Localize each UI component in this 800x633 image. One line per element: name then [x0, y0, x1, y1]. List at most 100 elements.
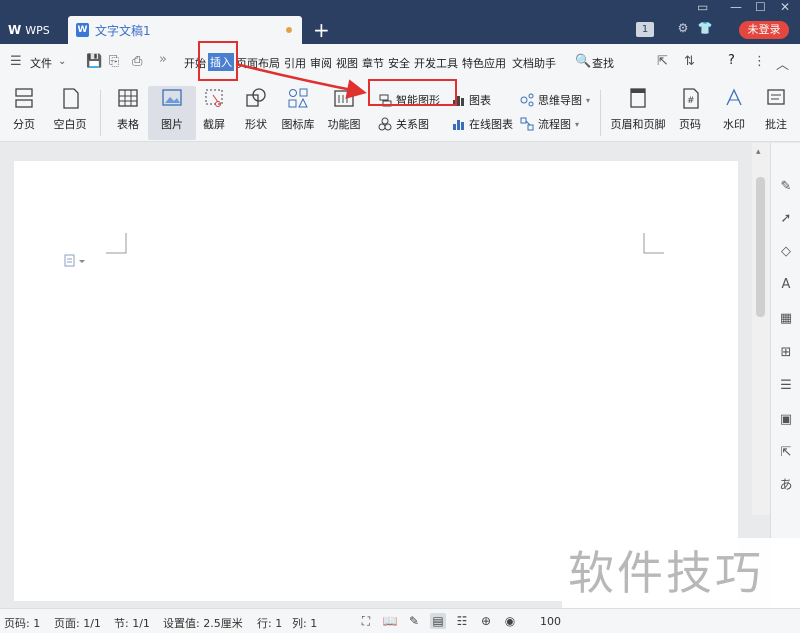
online-chart-button[interactable]: 在线图表	[451, 116, 513, 132]
shapes-icon[interactable]: ◇	[778, 244, 794, 260]
watermark-button[interactable]: 水印	[710, 86, 758, 132]
comment-button[interactable]: 批注	[756, 86, 796, 132]
mind-map-icon	[520, 93, 534, 107]
search-label[interactable]: 查找	[592, 55, 614, 71]
tab-features[interactable]: 特色应用	[462, 55, 506, 71]
flowchart-button[interactable]: 流程图 ▾	[520, 116, 579, 132]
tab-references[interactable]: 引用	[284, 55, 306, 71]
pen-icon[interactable]: ✎	[778, 179, 794, 195]
web-view-icon[interactable]: ⊕	[478, 613, 494, 629]
icon-library-icon	[286, 86, 310, 110]
blank-page-icon	[58, 86, 82, 110]
page-number-button[interactable]: # 页码	[666, 86, 714, 132]
table-icon[interactable]: ▦	[778, 311, 794, 327]
picture-button[interactable]: 图片	[148, 86, 196, 140]
minimize-icon[interactable]: —	[730, 0, 742, 14]
relation-chart-button[interactable]: 关系图	[378, 116, 429, 132]
status-section[interactable]: 节: 1/1	[114, 615, 150, 631]
save-icon[interactable]: 💾	[86, 54, 102, 69]
select-cursor-icon[interactable]: ➚	[778, 211, 794, 227]
paging-button[interactable]: 分页	[0, 86, 48, 132]
watermark-overlay: 软件技巧	[562, 538, 800, 608]
text-style-icon[interactable]: A	[778, 277, 794, 293]
print-icon[interactable]: ⎙	[132, 54, 142, 69]
function-chart-icon	[332, 86, 356, 110]
tab-review[interactable]: 审阅	[310, 55, 332, 71]
table-button[interactable]: 表格	[104, 86, 152, 132]
collapse-ribbon-icon[interactable]: ︿	[776, 54, 789, 73]
relation-icon	[378, 117, 392, 131]
more-tools-icon[interactable]: »	[159, 52, 167, 67]
document-tab[interactable]: W 文字文稿1	[68, 16, 302, 44]
document-workspace	[0, 143, 752, 601]
svg-text:#: #	[687, 96, 695, 106]
share-icon[interactable]: ⇱	[657, 54, 668, 69]
status-row[interactable]: 行: 1	[257, 615, 282, 631]
format-painter-icon[interactable]: ⎘	[109, 54, 119, 69]
online-chart-icon	[451, 117, 465, 131]
share-icon[interactable]: ⇱	[778, 445, 794, 461]
wps-home-tab[interactable]: W WPS	[0, 16, 66, 44]
more-icon[interactable]: ⋮	[753, 54, 766, 69]
wps-logo-icon: W	[8, 23, 21, 37]
read-mode-icon[interactable]: 📖	[382, 613, 398, 629]
document-page[interactable]	[14, 161, 738, 601]
function-chart-button[interactable]: 功能图	[320, 86, 368, 132]
chart-button[interactable]: 图表	[451, 92, 491, 108]
shape-button[interactable]: 形状	[232, 86, 280, 132]
search-icon[interactable]: 🔍	[575, 54, 591, 69]
scissors-icon	[202, 86, 226, 110]
eye-protection-icon[interactable]: ◉	[502, 613, 518, 629]
outline-view-icon[interactable]: ☷	[454, 613, 470, 629]
sync-icon[interactable]: ⇅	[684, 54, 695, 69]
switch-window-icon[interactable]: ▭	[697, 0, 708, 14]
page-break-icon	[12, 86, 36, 110]
translate-icon[interactable]: あ	[778, 478, 794, 494]
paste-options-icon[interactable]	[64, 254, 90, 268]
image-icon[interactable]: ▣	[778, 412, 794, 428]
vertical-scrollbar[interactable]: ▴	[752, 143, 770, 515]
scroll-up-icon[interactable]: ▴	[756, 147, 761, 157]
chevron-down-icon[interactable]: ⌄	[58, 56, 66, 67]
fullscreen-icon[interactable]: ⛶	[358, 613, 374, 629]
tab-page-layout[interactable]: 页面布局	[236, 55, 280, 71]
mind-map-button[interactable]: 思维导图 ▾	[520, 92, 590, 108]
skin-icon[interactable]: 👕	[697, 21, 713, 37]
table-icon	[116, 86, 140, 110]
window-count-badge[interactable]: 1	[636, 22, 654, 37]
annotation-highlight-insert	[198, 41, 238, 81]
tab-chapter[interactable]: 章节	[362, 55, 384, 71]
status-page-code[interactable]: 页码: 1	[4, 615, 40, 631]
menu-bar: ☰ 文件 ⌄ 💾 ⎘ ⎙ » 开始 插入 页面布局 引用 审阅 视图 章节 安全…	[0, 44, 800, 82]
login-button[interactable]: 未登录	[739, 21, 789, 39]
page-view-icon[interactable]: ▤	[430, 613, 446, 629]
zoom-level[interactable]: 100	[540, 615, 561, 628]
status-column[interactable]: 列: 1	[292, 615, 317, 631]
tab-security[interactable]: 安全	[388, 55, 410, 71]
tab-developer[interactable]: 开发工具	[414, 55, 458, 71]
status-setting[interactable]: 设置值: 2.5厘米	[163, 615, 243, 631]
new-tab-button[interactable]: +	[313, 18, 330, 42]
tab-doc-assistant[interactable]: 文档助手	[512, 55, 556, 71]
menu-file[interactable]: 文件	[30, 55, 52, 71]
header-footer-button[interactable]: 页眉和页脚	[608, 86, 668, 132]
picture-icon	[160, 86, 184, 110]
status-page[interactable]: 页面: 1/1	[54, 615, 101, 631]
tab-view[interactable]: 视图	[336, 55, 358, 71]
scrollbar-thumb[interactable]	[756, 177, 765, 317]
pen-icon[interactable]: ✎	[406, 613, 422, 629]
maximize-icon[interactable]: ☐	[755, 0, 766, 14]
grid-apps-icon[interactable]: ⊞	[778, 345, 794, 361]
wps-tab-label: WPS	[25, 23, 50, 37]
icon-library-button[interactable]: 图标库	[274, 86, 322, 132]
adjust-icon[interactable]: ☰	[778, 378, 794, 394]
screenshot-button[interactable]: 截屏	[190, 86, 238, 132]
blank-page-button[interactable]: 空白页	[46, 86, 94, 132]
close-icon[interactable]: ✕	[780, 0, 790, 14]
settings-icon[interactable]: ⚙	[675, 21, 691, 37]
doc-icon: W	[76, 23, 89, 37]
shapes-icon	[244, 86, 268, 110]
margin-corner-top-right	[643, 233, 664, 254]
help-icon[interactable]: ?	[728, 53, 735, 68]
hamburger-icon[interactable]: ☰	[10, 54, 22, 69]
